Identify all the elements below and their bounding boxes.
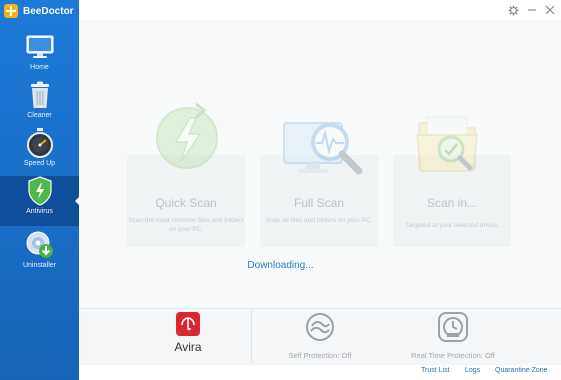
- beedoctor-logo-icon: [4, 4, 18, 18]
- engine-info: Avira: [163, 312, 213, 354]
- quick-scan-desc: Scan the most common files and folders o…: [128, 217, 244, 233]
- close-icon[interactable]: [543, 3, 557, 17]
- folder-magnifier-icon: [415, 113, 485, 184]
- disc-download-icon: [23, 230, 57, 260]
- trash-icon: [23, 80, 57, 110]
- real-time-protection-label: Real Time Protection: Off: [411, 351, 495, 360]
- divider: [251, 310, 252, 363]
- scan-in-title: Scan in...: [426, 196, 478, 210]
- shield-off-icon: [305, 312, 335, 347]
- sidebar-item-label: Cleaner: [27, 112, 52, 119]
- self-protection-label: Self Protection: Off: [288, 351, 352, 360]
- trust-list-link[interactable]: Trust List: [421, 367, 450, 374]
- monitor-magnifier-icon: [283, 117, 365, 184]
- logs-link[interactable]: Logs: [465, 367, 480, 374]
- real-time-protection-toggle[interactable]: Real Time Protection: Off: [403, 312, 503, 360]
- footer: Trust List Logs Quarantine Zone: [79, 365, 561, 380]
- minimize-icon[interactable]: [525, 3, 539, 17]
- scan-in-desc: Targeted at your selected drives.: [405, 222, 499, 229]
- engine-name: Avira: [174, 340, 202, 354]
- gear-icon[interactable]: [506, 3, 520, 17]
- sidebar-item-home[interactable]: Home: [0, 32, 79, 82]
- sidebar-item-antivirus[interactable]: Antivirus: [0, 176, 80, 226]
- sidebar-item-cleaner[interactable]: Cleaner: [0, 80, 79, 130]
- self-protection-toggle[interactable]: Self Protection: Off: [280, 312, 360, 360]
- quarantine-zone-link[interactable]: Quarantine Zone: [495, 367, 548, 374]
- brand: BeeDoctor: [4, 3, 74, 19]
- stopwatch-icon: [23, 128, 57, 158]
- full-scan-desc: Scan all files and folders on your PC.: [265, 217, 373, 224]
- status-text: Downloading...: [247, 260, 314, 271]
- quick-scan-title: Quick Scan: [155, 196, 217, 210]
- sidebar: BeeDoctor Home Cleaner Speed Up Antiviru…: [0, 0, 80, 380]
- shield-icon: [23, 176, 57, 206]
- sidebar-item-speed-up[interactable]: Speed Up: [0, 128, 79, 178]
- monitor-icon: [23, 32, 57, 62]
- sidebar-item-label: Home: [30, 64, 49, 71]
- sidebar-item-label: Speed Up: [23, 160, 56, 167]
- sidebar-item-label: Antivirus: [26, 208, 53, 215]
- app-name: BeeDoctor: [23, 5, 74, 17]
- lightning-icon: [152, 100, 222, 177]
- full-scan-title: Full Scan: [293, 196, 345, 210]
- sidebar-item-uninstaller[interactable]: Uninstaller: [0, 230, 79, 280]
- clock-shield-icon: [438, 312, 468, 347]
- avira-umbrella-icon: [176, 312, 200, 336]
